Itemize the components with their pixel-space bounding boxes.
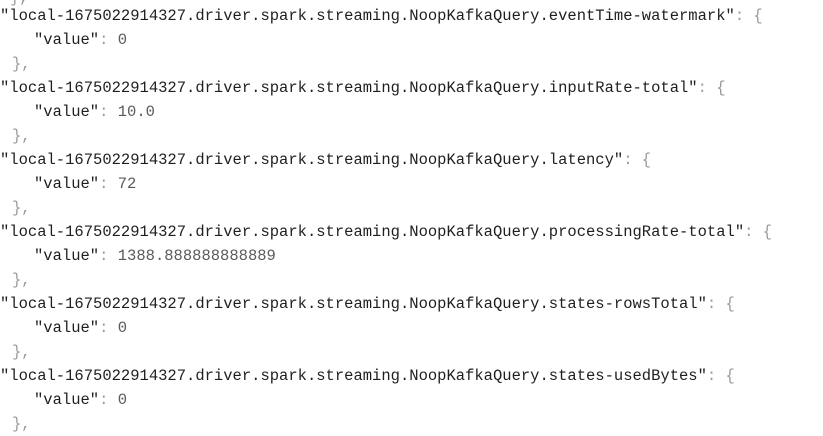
json-key-line: "local-1675022914327.driver.spark.stream… (0, 148, 651, 172)
json-value-key: "value" (34, 319, 100, 337)
json-open-brace: : { (697, 79, 726, 97)
json-key: "local-1675022914327.driver.spark.stream… (0, 7, 735, 25)
json-key-line: "local-1675022914327.driver.spark.stream… (0, 292, 735, 316)
json-value: 1388.888888888889 (117, 247, 276, 265)
json-viewer: }, "local-1675022914327.driver.spark.str… (0, 0, 823, 436)
json-colon: : (99, 103, 118, 121)
json-close-brace: }, (12, 343, 31, 361)
json-open-brace: : { (706, 367, 735, 385)
json-key: "local-1675022914327.driver.spark.stream… (0, 295, 707, 313)
json-key: "local-1675022914327.driver.spark.stream… (0, 79, 698, 97)
json-open-brace: : { (734, 7, 763, 25)
json-key: "local-1675022914327.driver.spark.stream… (0, 223, 745, 241)
json-close-brace: }, (12, 271, 31, 289)
json-value-line: "value": 0 (0, 28, 127, 52)
json-close-brace: }, (12, 127, 31, 145)
json-colon: : (99, 319, 118, 337)
json-value-key: "value" (34, 31, 100, 49)
json-colon: : (99, 391, 118, 409)
json-value: 72 (117, 175, 137, 193)
json-colon: : (99, 247, 118, 265)
json-key: "local-1675022914327.driver.spark.stream… (0, 151, 624, 169)
json-value: 10.0 (117, 103, 155, 121)
json-value-line: "value": 10.0 (0, 100, 155, 124)
json-close-brace: }, (12, 415, 31, 433)
json-key-line: "local-1675022914327.driver.spark.stream… (0, 220, 772, 244)
json-value-key: "value" (34, 103, 100, 121)
json-value: 0 (117, 319, 128, 337)
json-close-brace: }, (12, 199, 31, 217)
json-value-line: "value": 0 (0, 388, 127, 412)
json-value: 0 (117, 31, 128, 49)
json-value-line: "value": 0 (0, 316, 127, 340)
json-open-brace: : { (623, 151, 652, 169)
json-value-key: "value" (34, 247, 100, 265)
json-value-key: "value" (34, 391, 100, 409)
json-value-line: "value": 72 (0, 172, 136, 196)
json-key-line: "local-1675022914327.driver.spark.stream… (0, 76, 726, 100)
json-colon: : (99, 175, 118, 193)
json-key-line: "local-1675022914327.driver.spark.stream… (0, 4, 763, 28)
json-key: "local-1675022914327.driver.spark.stream… (0, 367, 707, 385)
json-key-line: "local-1675022914327.driver.spark.stream… (0, 364, 735, 388)
json-value: 0 (117, 391, 128, 409)
json-open-brace: : { (744, 223, 773, 241)
json-value-line: "value": 1388.888888888889 (0, 244, 276, 268)
json-colon: : (99, 31, 118, 49)
json-open-brace: : { (706, 295, 735, 313)
json-close-brace: }, (12, 55, 31, 73)
json-value-key: "value" (34, 175, 100, 193)
